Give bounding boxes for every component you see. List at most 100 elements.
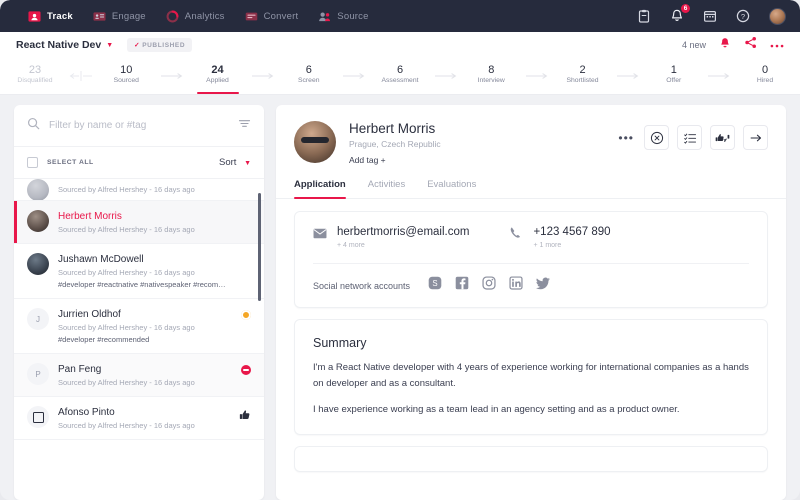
list-item-meta: Sourced by Alfred Hershey - 16 days ago [58,268,195,277]
email-more-label[interactable]: + 4 more [337,242,469,249]
email-field[interactable]: herbertmorris@email.com + 4 more [313,226,469,249]
list-item[interactable]: Herbert Morris Sourced by Alfred Hershey… [14,201,264,244]
email-block: herbertmorris@email.com + 4 more [337,226,469,249]
advance-button[interactable] [743,125,768,150]
checklist-button[interactable] [677,125,702,150]
stage-label: Applied [206,76,229,84]
phone-icon [509,226,523,245]
nav-item-analytics[interactable]: Analytics [166,10,225,23]
stage-count: 6 [396,63,404,76]
pending-status-icon [241,310,251,320]
nav-item-convert[interactable]: Convert [245,10,299,23]
svg-text:?: ? [741,12,745,21]
bell-icon[interactable] [719,36,731,54]
candidate-location: Prague, Czech Republic [349,139,441,149]
add-tag-button[interactable]: Add tag + [349,155,441,165]
list-item[interactable]: P Pan Feng Sourced by Alfred Hershey - 1… [14,354,264,397]
avatar [294,121,336,163]
disqualify-button[interactable] [644,125,669,150]
stage-label: Sourced [113,76,139,84]
tab-application[interactable]: Application [294,179,346,199]
stage-applied[interactable]: 24 Applied [196,63,239,94]
clipboard-icon[interactable] [637,9,651,23]
help-icon[interactable]: ? [736,9,750,23]
share-icon[interactable] [744,36,757,54]
list-item-status[interactable] [237,308,251,320]
job-bar-actions: 4 new [682,36,784,54]
calendar-icon[interactable] [703,9,717,23]
twitter-icon[interactable] [536,277,551,295]
phone-more-label[interactable]: + 1 more [533,242,610,249]
tab-evaluations[interactable]: Evaluations [427,179,476,198]
stage-sourced[interactable]: 10 Sourced [105,64,147,89]
thumbs-button[interactable] [710,125,735,150]
nav-right-icons: 6 ? [637,4,786,25]
list-item-body: Afonso Pinto Sourced by Alfred Hershey -… [58,406,228,430]
chevron-down-icon[interactable]: ▼ [106,42,113,49]
stage-offer[interactable]: 1 Offer [653,64,695,89]
bell-icon[interactable]: 6 [670,4,690,23]
instagram-icon[interactable] [482,276,496,295]
nav-item-source[interactable]: Source [318,10,368,23]
stage-assessment[interactable]: 6 Assessment [379,64,421,89]
stage-separator [147,71,196,81]
select-all-checkbox[interactable] [27,157,38,168]
nav-label: Analytics [184,10,225,22]
stage-count: 23 [28,63,42,76]
disqualified-status-icon [241,365,251,375]
stage-label: Assessment [381,76,419,84]
list-item-status[interactable] [237,406,251,426]
list-item-status [237,210,251,212]
list-item[interactable]: J Jurrien Oldhof Sourced by Alfred Hersh… [14,299,264,354]
candidate-list[interactable]: Sourced by Alfred Hershey - 16 days ago … [14,179,264,500]
stage-disqualified[interactable]: 23 Disqualified [14,64,56,89]
list-scrollbar[interactable] [258,193,261,301]
stage-count: 1 [670,63,677,76]
detail-body: herbertmorris@email.com + 4 more +123 45… [276,199,786,500]
list-item[interactable]: Sourced by Alfred Hershey - 16 days ago [14,179,264,201]
new-count-label: 4 new [681,40,706,50]
sort-dropdown[interactable]: Sort ▼ [219,157,251,168]
search-input[interactable] [49,120,229,131]
facebook-icon[interactable] [455,276,469,295]
skype-icon[interactable]: S [428,276,442,295]
stage-shortlisted[interactable]: 2 Shortlisted [562,64,604,89]
chevron-down-icon: ▼ [244,160,251,167]
avatar [27,210,49,232]
stage-count: 24 [211,63,224,76]
list-item-body: Jushawn McDowell Sourced by Alfred Hersh… [58,253,228,289]
stage-screen[interactable]: 6 Screen [288,64,330,89]
main-body: SELECT ALL Sort ▼ Sourced by Alfred Hers… [0,95,800,500]
stage-separator [695,71,744,81]
source-icon [318,10,331,23]
stage-interview[interactable]: 8 Interview [470,64,512,89]
list-item-status[interactable] [237,363,251,375]
summary-paragraph-2: I have experience working as a team lead… [313,404,680,415]
select-all-row: SELECT ALL Sort ▼ [14,147,264,179]
avatar[interactable] [769,7,786,25]
list-item[interactable]: Afonso Pinto Sourced by Alfred Hershey -… [14,397,264,440]
nav-item-engage[interactable]: Engage [93,10,146,23]
candidate-list-panel: SELECT ALL Sort ▼ Sourced by Alfred Hers… [14,105,264,500]
detail-identity: Herbert Morris Prague, Czech Republic Ad… [349,121,441,165]
summary-card: Summary I'm a React Native developer wit… [294,319,768,435]
row-checkbox[interactable] [27,406,49,428]
list-item[interactable]: Jushawn McDowell Sourced by Alfred Hersh… [14,244,264,299]
avatar: P [27,363,49,385]
top-navigation: Track Engage Analytics Convert Source 6 … [0,0,800,32]
list-item-name: Jurrien Oldhof [58,309,121,320]
next-section-card [294,446,768,472]
nav-item-track[interactable]: Track [28,10,73,23]
more-icon[interactable]: ••• [618,131,634,145]
search-row [14,105,264,147]
stage-separator [604,71,653,81]
list-item-body: Jurrien Oldhof Sourced by Alfred Hershey… [58,308,228,344]
more-icon[interactable] [770,36,784,54]
detail-header: Herbert Morris Prague, Czech Republic Ad… [276,105,786,165]
phone-field[interactable]: +123 4567 890 + 1 more [509,226,611,249]
linkedin-icon[interactable] [509,276,523,295]
filter-icon[interactable] [238,117,251,135]
stage-label: Interview [477,76,505,84]
tab-activities[interactable]: Activities [368,179,405,198]
stage-hired[interactable]: 0 Hired [744,64,786,89]
